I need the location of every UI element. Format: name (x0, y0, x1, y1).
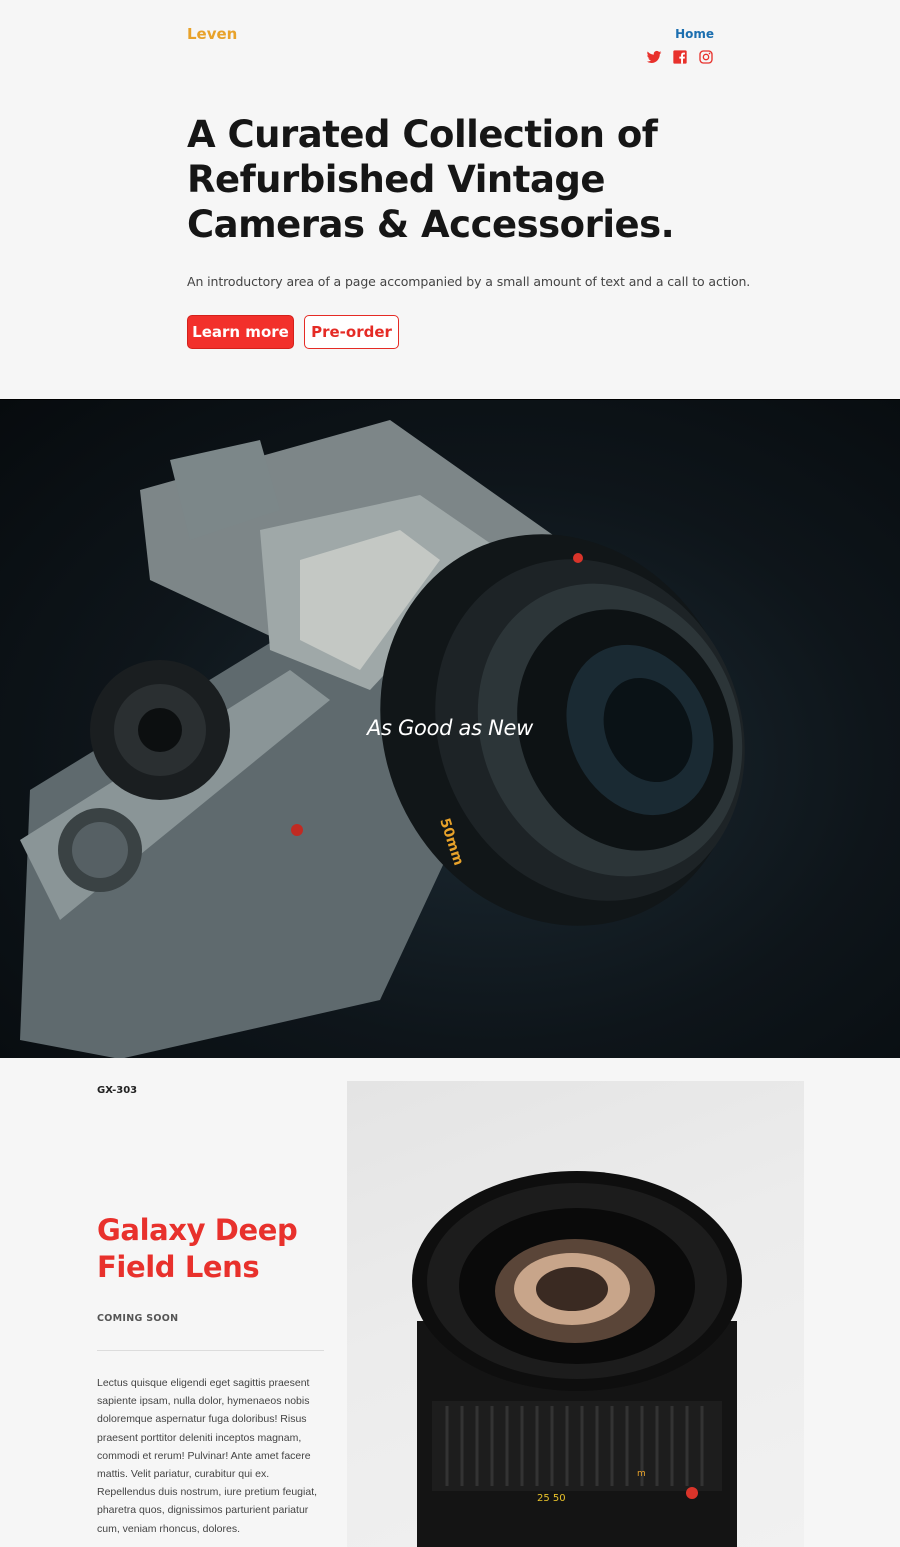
hero-banner: 50mm As Good as New (0, 399, 900, 1058)
learn-more-button[interactable]: Learn more (187, 315, 294, 349)
status-label: COMING SOON (97, 1313, 179, 1324)
brand-logo[interactable]: Leven (187, 25, 237, 43)
divider (97, 1350, 324, 1351)
hero-subtitle: An introductory area of a page accompani… (187, 274, 751, 289)
nav-home-link[interactable]: Home (675, 27, 714, 41)
svg-text:25 50: 25 50 (537, 1493, 566, 1504)
twitter-icon[interactable] (646, 49, 662, 65)
facebook-icon[interactable] (672, 49, 688, 65)
instagram-icon[interactable] (698, 49, 714, 65)
hero-title: A Curated Collection of Refurbished Vint… (187, 113, 675, 246)
product-description: Lectus quisque eligendi eget sagittis pr… (97, 1377, 318, 1535)
product-sku: GX-303 (97, 1085, 138, 1096)
pre-order-button[interactable]: Pre-order (304, 315, 399, 349)
lens-product-image: 25 50 m (347, 1081, 804, 1547)
svg-text:m: m (637, 1469, 646, 1479)
product-title: Galaxy Deep Field Lens (97, 1213, 298, 1284)
banner-caption: As Good as New (366, 716, 534, 740)
social-links (646, 49, 714, 65)
